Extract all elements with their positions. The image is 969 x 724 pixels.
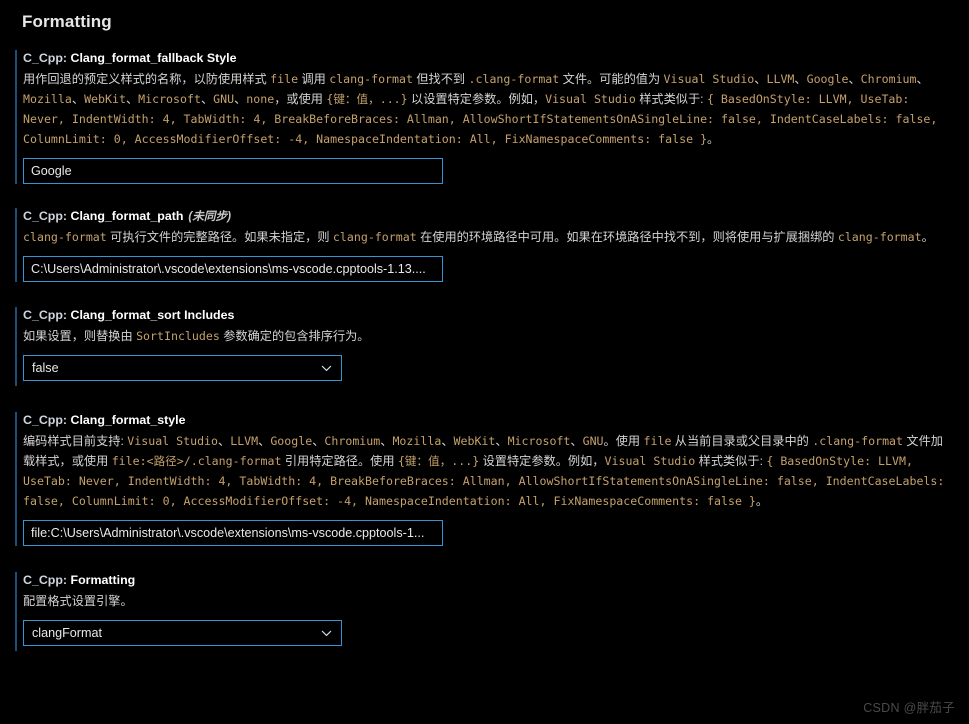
setting-title-prefix: C_Cpp:: [23, 413, 71, 427]
setting-description: 配置格式设置引擎。: [23, 594, 133, 608]
setting-modified-badge: (未同步): [188, 210, 231, 223]
settings-list: C_Cpp: Clang_format_fallback Style 用作回退的预…: [0, 50, 969, 651]
chevron-down-icon: [320, 362, 333, 375]
setting-title-name: Clang_format_fallback Style: [70, 51, 237, 65]
setting-description: 如果设置，则替换由 SortIncludes 参数确定的包含排序行为。: [23, 329, 370, 343]
setting-control: [23, 158, 953, 184]
page-title: Formatting: [22, 12, 112, 31]
setting-row: C_Cpp: Clang_format_style 编码样式目前支持: Visua…: [0, 412, 969, 546]
settings-editor-pane: Formatting C_Cpp: Clang_format_fallback …: [0, 0, 969, 724]
setting-row: C_Cpp: Clang_format_path (未同步) clang-forma…: [0, 208, 969, 282]
setting-title: C_Cpp: Clang_format_style: [23, 412, 953, 429]
setting-dropdown[interactable]: clangFormat: [23, 620, 342, 646]
setting-title-prefix: C_Cpp:: [23, 573, 71, 587]
setting-title: C_Cpp: Clang_format_path (未同步): [23, 208, 953, 225]
setting-row: C_Cpp: Clang_format_sort Includes 如果设置，则替…: [0, 307, 969, 386]
setting-control: [23, 256, 953, 282]
setting-description: 用作回退的预定义样式的名称，以防使用样式 file 调用 clang-forma…: [23, 72, 938, 146]
setting-text-input[interactable]: [23, 520, 443, 546]
setting-title-prefix: C_Cpp:: [23, 308, 71, 322]
setting-row: C_Cpp: Formatting 配置格式设置引擎。 clangFormat: [0, 572, 969, 651]
setting-description: 编码样式目前支持: Visual Studio、LLVM、Google、Chro…: [23, 434, 945, 508]
setting-text-input[interactable]: [23, 256, 443, 282]
csdn-watermark: CSDN @胖茄子: [863, 701, 955, 715]
setting-description: clang-format 可执行文件的完整路径。如果未指定，则 clang-fo…: [23, 230, 934, 244]
setting-control: clangFormat: [23, 620, 953, 651]
setting-dropdown[interactable]: false: [23, 355, 342, 381]
setting-control: [23, 520, 953, 546]
setting-title-name: Clang_format_path: [70, 209, 184, 223]
setting-control: false: [23, 355, 953, 386]
setting-title: C_Cpp: Clang_format_sort Includes: [23, 307, 953, 324]
setting-text-input[interactable]: [23, 158, 443, 184]
setting-title-prefix: C_Cpp:: [23, 209, 71, 223]
setting-title-prefix: C_Cpp:: [23, 51, 71, 65]
setting-title-name: Clang_format_sort Includes: [70, 308, 235, 322]
setting-dropdown-value: false: [32, 361, 59, 375]
setting-dropdown-value: clangFormat: [32, 626, 102, 640]
setting-title: C_Cpp: Clang_format_fallback Style: [23, 50, 953, 67]
setting-row: C_Cpp: Clang_format_fallback Style 用作回退的预…: [0, 50, 969, 184]
chevron-down-icon: [320, 627, 333, 640]
setting-title: C_Cpp: Formatting: [23, 572, 953, 589]
setting-title-name: Clang_format_style: [70, 413, 186, 427]
setting-title-name: Formatting: [70, 573, 136, 587]
